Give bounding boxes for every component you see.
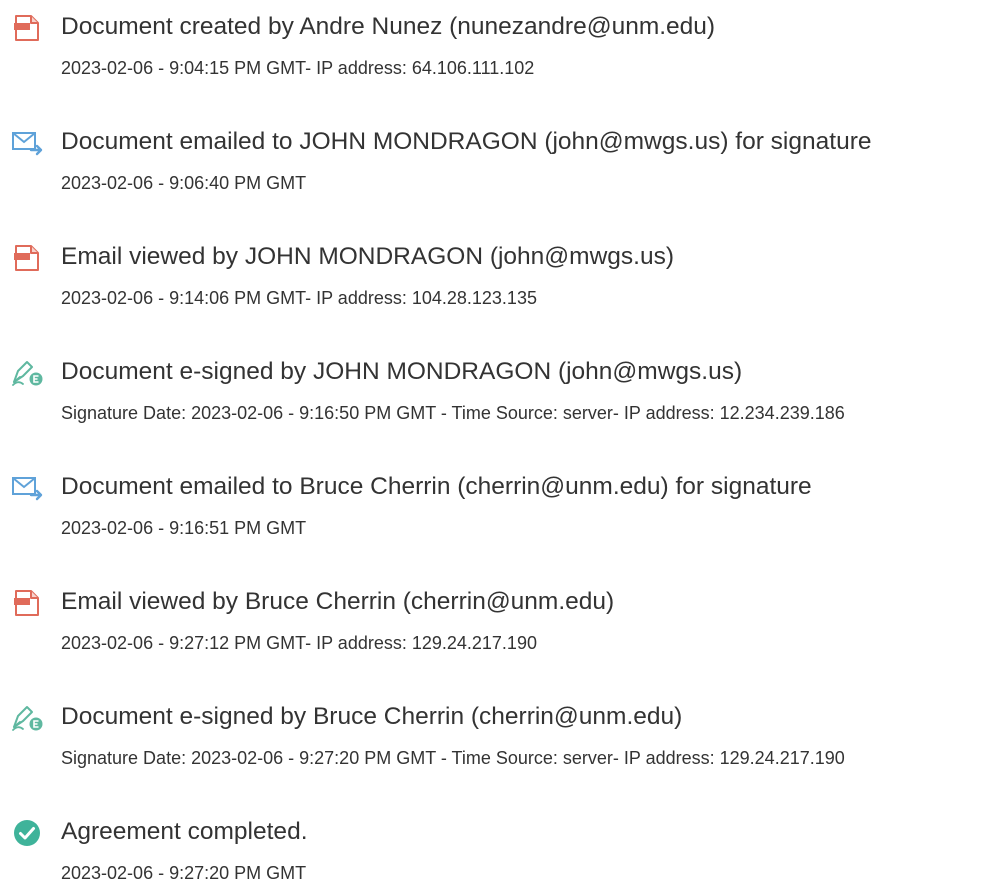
event-timestamp: 2023-02-06 - 9:04:15 PM GMT- IP address:… bbox=[61, 58, 535, 78]
audit-event: Document emailed to Bruce Cherrin (cherr… bbox=[0, 460, 992, 550]
event-title: Document emailed to Bruce Cherrin (cherr… bbox=[61, 473, 812, 500]
check-circle-icon bbox=[10, 818, 44, 848]
audit-event: Agreement completed. 2023-02-06 - 9:27:2… bbox=[0, 805, 992, 895]
audit-event: Document e-signed by Bruce Cherrin (cher… bbox=[0, 690, 992, 780]
event-timestamp: 2023-02-06 - 9:06:40 PM GMT bbox=[61, 173, 307, 193]
document-viewed-icon bbox=[10, 243, 44, 273]
audit-event: Email viewed by JOHN MONDRAGON (john@mwg… bbox=[0, 230, 992, 320]
event-timestamp: 2023-02-06 - 9:16:51 PM GMT bbox=[61, 518, 307, 538]
event-title: Agreement completed. bbox=[61, 818, 308, 845]
email-sent-icon bbox=[10, 473, 44, 503]
document-created-icon bbox=[10, 13, 44, 43]
event-title: Document e-signed by Bruce Cherrin (cher… bbox=[61, 703, 683, 730]
e-sign-icon bbox=[10, 358, 44, 388]
document-viewed-icon bbox=[10, 588, 44, 618]
event-title: Document e-signed by JOHN MONDRAGON (joh… bbox=[61, 358, 743, 385]
event-timestamp: 2023-02-06 - 9:27:12 PM GMT- IP address:… bbox=[61, 633, 537, 653]
event-timestamp: Signature Date: 2023-02-06 - 9:27:20 PM … bbox=[61, 748, 845, 768]
audit-event: Email viewed by Bruce Cherrin (cherrin@u… bbox=[0, 575, 992, 665]
email-sent-icon bbox=[10, 128, 44, 158]
audit-event: Document e-signed by JOHN MONDRAGON (joh… bbox=[0, 345, 992, 435]
event-title: Email viewed by Bruce Cherrin (cherrin@u… bbox=[61, 588, 615, 615]
event-title: Document emailed to JOHN MONDRAGON (john… bbox=[61, 128, 872, 155]
event-title: Document created by Andre Nunez (nunezan… bbox=[61, 13, 716, 40]
audit-event: Document created by Andre Nunez (nunezan… bbox=[0, 0, 992, 90]
event-timestamp: 2023-02-06 - 9:27:20 PM GMT bbox=[61, 863, 307, 883]
event-timestamp: 2023-02-06 - 9:14:06 PM GMT- IP address:… bbox=[61, 288, 537, 308]
e-sign-icon bbox=[10, 703, 44, 733]
event-title: Email viewed by JOHN MONDRAGON (john@mwg… bbox=[61, 243, 674, 270]
audit-event: Document emailed to JOHN MONDRAGON (john… bbox=[0, 115, 992, 205]
event-timestamp: Signature Date: 2023-02-06 - 9:16:50 PM … bbox=[61, 403, 845, 423]
